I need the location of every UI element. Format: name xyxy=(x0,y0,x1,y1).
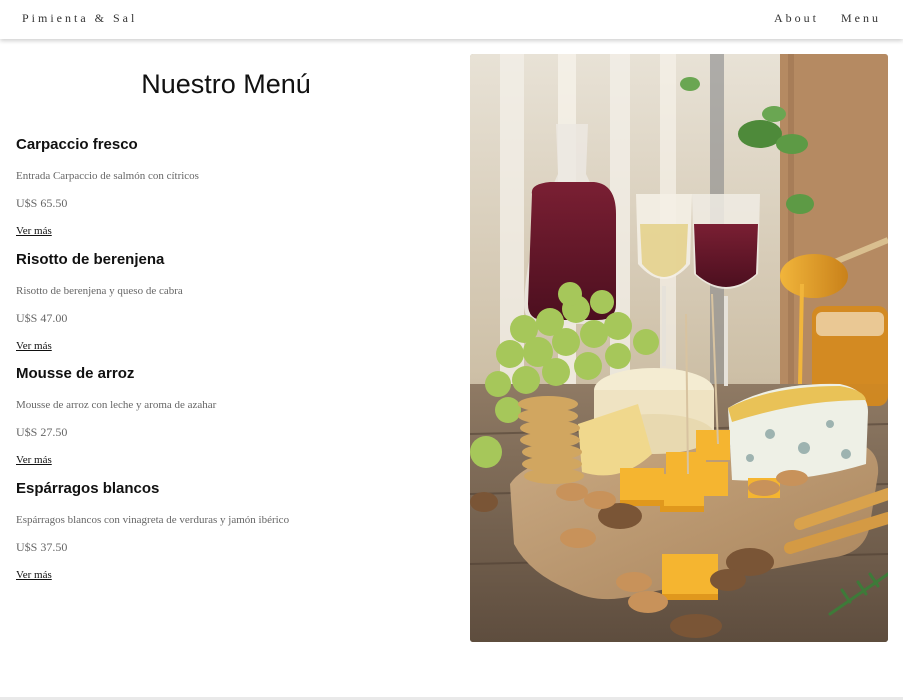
ver-mas-link[interactable]: Ver más xyxy=(16,340,52,352)
menu-section: Nuestro Menú Carpaccio fresco Entrada Ca… xyxy=(0,39,452,659)
nav-link-menu[interactable]: Menu xyxy=(841,11,881,26)
menu-items-list: Carpaccio fresco Entrada Carpaccio de sa… xyxy=(16,136,446,594)
menu-item-name: Espárragos blancos xyxy=(16,479,160,497)
nav-link-about[interactable]: About xyxy=(774,11,819,26)
menu-item-price: U$S 27.50 xyxy=(16,425,68,439)
ver-mas-link[interactable]: Ver más xyxy=(16,225,52,237)
menu-item-price: U$S 47.00 xyxy=(16,310,68,325)
ver-mas-link[interactable]: Ver más xyxy=(16,454,52,466)
menu-item-price: U$S 65.50 xyxy=(16,196,68,210)
brand-logo-link[interactable]: Pimienta & Sal xyxy=(22,11,137,26)
menu-item-name: Carpaccio fresco xyxy=(16,136,138,153)
menu-item-name: Mousse de arroz xyxy=(16,365,135,382)
menu-item-price: U$S 37.50 xyxy=(16,539,68,554)
page-title: Nuestro Menú xyxy=(141,69,311,99)
menu-item: Carpaccio fresco Entrada Carpaccio de sa… xyxy=(16,136,446,251)
ver-mas-link[interactable]: Ver más xyxy=(16,569,52,581)
menu-item: Espárragos blancos Espárragos blancos co… xyxy=(16,480,446,595)
menu-item-description: Risotto de berenjena y queso de cabra xyxy=(16,284,183,297)
menu-item: Mousse de arroz Mousse de arroz con lech… xyxy=(16,365,446,480)
menu-item-description: Espárragos blancos con vinagreta de verd… xyxy=(16,513,290,526)
menu-item-description: Mousse de arroz con leche y aroma de aza… xyxy=(16,399,217,411)
menu-item-name: Risotto de berenjena xyxy=(16,250,165,268)
top-navbar: Pimienta & Sal About Menu xyxy=(0,0,903,39)
menu-item: Risotto de berenjena Risotto de berenjen… xyxy=(16,251,446,366)
food-photo xyxy=(470,54,888,642)
main-nav: About Menu xyxy=(774,11,881,26)
menu-item-description: Entrada Carpaccio de salmón con cítricos xyxy=(16,170,199,182)
